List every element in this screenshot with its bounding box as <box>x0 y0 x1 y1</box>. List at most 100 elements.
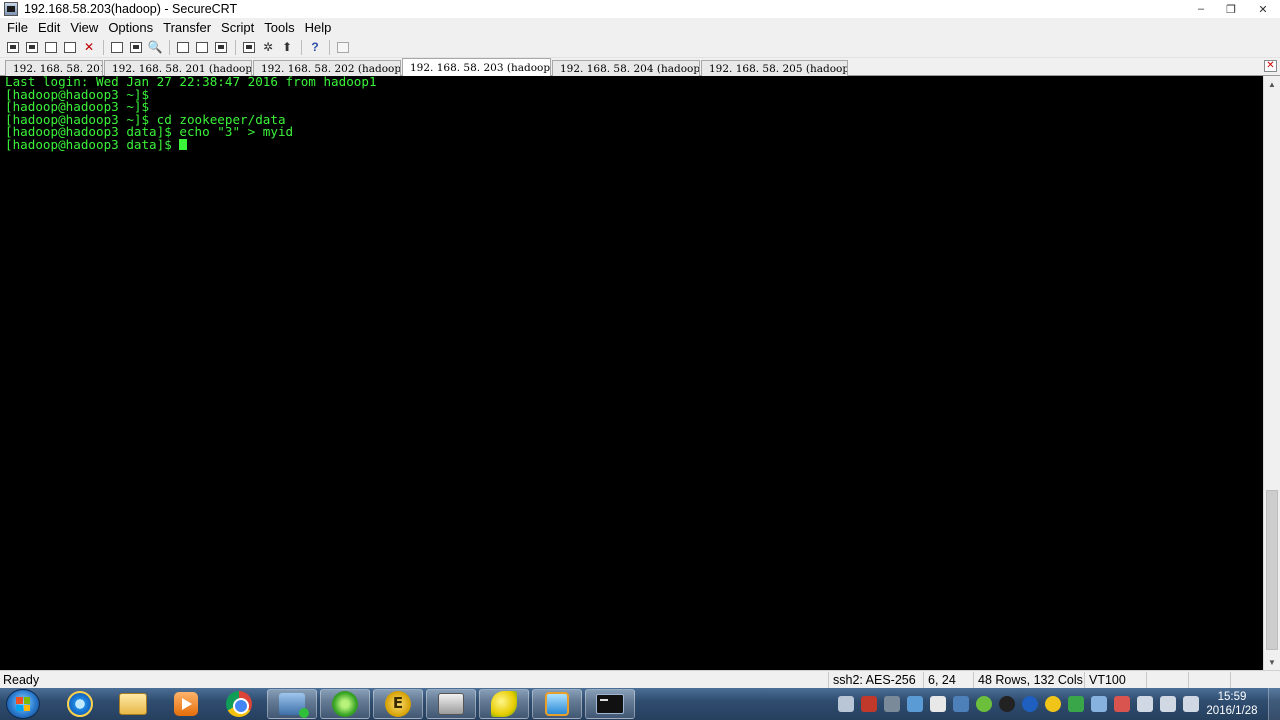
internet-explorer-icon[interactable] <box>55 689 105 719</box>
menu-transfer[interactable]: Transfer <box>158 20 216 35</box>
status-cursor-position: 6, 24 <box>923 672 969 688</box>
close-tab-icon[interactable]: ✕ <box>1264 60 1277 72</box>
menu-bar: File Edit View Options Transfer Script T… <box>0 18 1280 37</box>
tab-192-168-58-205-hadoop[interactable]: 192. 168. 58. 205 (hadoop) <box>701 60 848 76</box>
virtualbox-icon[interactable] <box>532 689 582 719</box>
media-player-icon[interactable] <box>161 689 211 719</box>
shield-icon[interactable] <box>907 696 923 712</box>
print-selection-icon[interactable] <box>193 39 211 56</box>
antivirus-icon[interactable] <box>861 696 877 712</box>
keymap-icon[interactable]: ⬆ <box>278 39 296 56</box>
help-icon[interactable]: ? <box>306 39 324 56</box>
window-controls: – ❐ ✕ <box>1186 0 1280 18</box>
clock-date: 2016/1/28 <box>1206 705 1258 717</box>
file-explorer-icon[interactable] <box>108 689 158 719</box>
securecrt-app-icon[interactable] <box>4 2 18 16</box>
tab-label: 192. 168. 58. 201 (hadoop) <box>112 62 252 75</box>
network-monitor-icon[interactable] <box>884 696 900 712</box>
tab-label: 192. 168. 58. 204 (hadoop) <box>560 62 700 75</box>
status-cipher: ssh2: AES-256 <box>828 672 920 688</box>
menu-view[interactable]: View <box>65 20 103 35</box>
minimize-button[interactable]: – <box>1186 0 1216 18</box>
scroll-down-icon[interactable]: ▼ <box>1264 654 1280 670</box>
connect-icon[interactable] <box>4 39 22 56</box>
securecrt-icon[interactable] <box>585 689 635 719</box>
print-setup-icon[interactable] <box>212 39 230 56</box>
session-options-icon[interactable] <box>240 39 258 56</box>
print-icon[interactable] <box>174 39 192 56</box>
terminal-view[interactable]: Last login: Wed Jan 27 22:38:47 2016 fro… <box>2 74 1263 670</box>
menu-script[interactable]: Script <box>216 20 259 35</box>
title-bar: 192.168.58.203(hadoop) - SecureCRT – ❐ ✕ <box>0 0 1280 18</box>
tab-label: 192. 168. 58. 203 (hadoop) <box>410 61 551 74</box>
plus-icon[interactable] <box>1045 696 1061 712</box>
terminal-prompt-line: [hadoop@hadoop3 data]$ <box>5 138 1263 152</box>
status-bar: Ready ssh2: AES-256 6, 24 48 Rows, 132 C… <box>0 670 1280 688</box>
clock[interactable]: 15:59 2016/1/28 <box>1202 690 1262 718</box>
terminal-line: [hadoop@hadoop3 data]$ echo "3" > myid <box>5 124 294 139</box>
leaf-app-icon[interactable] <box>479 689 529 719</box>
start-button[interactable] <box>6 689 40 719</box>
bluetooth-icon[interactable] <box>1022 696 1038 712</box>
menu-tools[interactable]: Tools <box>259 20 299 35</box>
tab-label: 192. 168. 58. 201 <box>13 62 103 75</box>
tab-label: 192. 168. 58. 205 (hadoop) <box>709 62 848 75</box>
e-app-icon[interactable] <box>373 689 423 719</box>
signal-icon[interactable] <box>1183 696 1199 712</box>
disconnect-icon[interactable]: ✕ <box>80 39 98 56</box>
terminal-line: Last login: Wed Jan 27 22:38:47 2016 fro… <box>5 74 377 89</box>
disabled-icon <box>334 39 352 56</box>
monitor-icon[interactable] <box>1091 696 1107 712</box>
copy-icon[interactable] <box>108 39 126 56</box>
global-options-icon[interactable]: ✲ <box>259 39 277 56</box>
menu-file[interactable]: File <box>2 20 33 35</box>
connect-tab-icon[interactable] <box>42 39 60 56</box>
status-empty-cell <box>1146 672 1186 688</box>
status-terminal-size: 48 Rows, 132 Cols <box>973 672 1083 688</box>
status-empty-cell <box>1230 672 1278 688</box>
windows-flag-icon[interactable] <box>930 696 946 712</box>
toolbar-separator <box>103 39 104 55</box>
scrollbar-thumb[interactable] <box>1266 490 1278 650</box>
volume-icon[interactable] <box>1160 696 1176 712</box>
menu-help[interactable]: Help <box>300 20 337 35</box>
toolbar-separator <box>169 39 170 55</box>
terminal-scrollbar[interactable]: ▲ ▼ <box>1263 76 1280 670</box>
battery-icon[interactable] <box>1137 696 1153 712</box>
status-emulation: VT100 <box>1084 672 1144 688</box>
update-icon[interactable] <box>976 696 992 712</box>
display-icon[interactable] <box>953 696 969 712</box>
toolbox-icon[interactable] <box>426 689 476 719</box>
quick-connect-icon[interactable] <box>23 39 41 56</box>
menu-edit[interactable]: Edit <box>33 20 65 35</box>
window-title: 192.168.58.203(hadoop) - SecureCRT <box>24 2 238 16</box>
keyboard-icon[interactable] <box>838 696 854 712</box>
scroll-up-icon[interactable]: ▲ <box>1264 76 1280 92</box>
windows-logo-icon <box>16 697 30 711</box>
terminal-cursor <box>179 138 188 150</box>
tab-192-168-58-203-hadoop[interactable]: 192. 168. 58. 203 (hadoop) <box>402 58 551 76</box>
show-desktop-button[interactable] <box>1268 688 1280 720</box>
system-tray <box>838 694 1206 714</box>
security-shield-icon[interactable] <box>1068 696 1084 712</box>
find-icon[interactable]: 🔍 <box>146 39 164 56</box>
status-empty-cell <box>1188 672 1228 688</box>
chrome-icon[interactable] <box>214 689 264 719</box>
close-button[interactable]: ✕ <box>1246 0 1280 18</box>
windows-taskbar: 15:59 2016/1/28 <box>0 688 1280 720</box>
paste-icon[interactable] <box>127 39 145 56</box>
network-tool-icon[interactable] <box>267 689 317 719</box>
menu-options[interactable]: Options <box>103 20 158 35</box>
toolbar-separator <box>329 39 330 55</box>
toolbar: ✕ 🔍 ✲ ⬆ ? <box>0 37 1280 58</box>
flag-error-icon[interactable] <box>1114 696 1130 712</box>
restore-button[interactable]: ❐ <box>1216 0 1246 18</box>
tab-192-168-58-204-hadoop[interactable]: 192. 168. 58. 204 (hadoop) <box>552 60 700 76</box>
reconnect-icon[interactable] <box>61 39 79 56</box>
clock-time: 15:59 <box>1217 691 1247 703</box>
qq-icon[interactable] <box>999 696 1015 712</box>
toolbar-separator <box>301 39 302 55</box>
green-app-icon[interactable] <box>320 689 370 719</box>
status-ready: Ready <box>3 672 40 687</box>
toolbar-separator <box>235 39 236 55</box>
